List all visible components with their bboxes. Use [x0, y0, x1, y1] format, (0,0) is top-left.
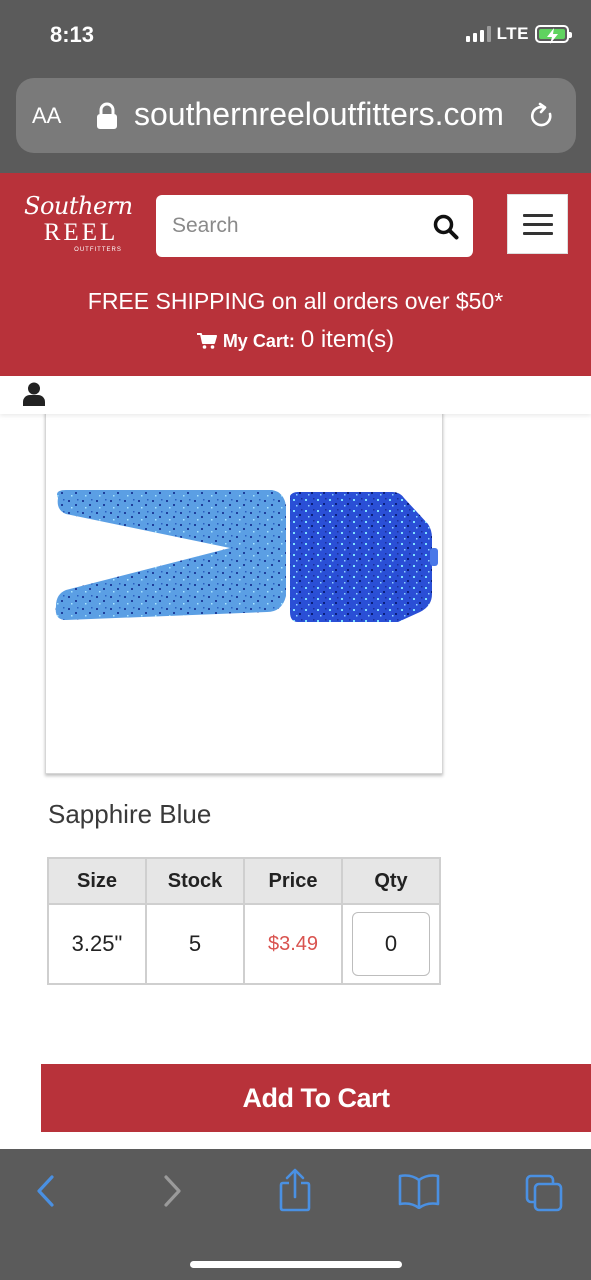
cart-count: 0 item(s) [300, 326, 395, 353]
price-cell: $3.49 [243, 903, 343, 985]
address-bar[interactable]: AA southernreeloutfitters.com [16, 78, 576, 153]
site-header: Southern REEL OUTFITTERS FREE SHIPPING o… [0, 173, 591, 376]
stock-cell: 5 [145, 903, 245, 985]
qty-cell [341, 903, 441, 985]
url-text[interactable]: southernreeloutfitters.com [134, 96, 534, 133]
bookmarks-icon[interactable] [398, 1173, 440, 1209]
cart-label: My Cart: [222, 331, 295, 351]
reader-options-button[interactable]: AA [32, 103, 61, 129]
lock-icon [97, 102, 117, 129]
search-input[interactable] [172, 195, 422, 257]
add-to-cart-button[interactable]: Add To Cart [41, 1064, 591, 1132]
qty-input[interactable] [352, 912, 430, 976]
back-icon[interactable] [34, 1171, 58, 1211]
site-logo[interactable]: Southern REEL OUTFITTERS [24, 191, 133, 269]
status-time: 8:13 [50, 22, 95, 47]
tabs-icon[interactable] [524, 1173, 564, 1213]
share-icon[interactable] [278, 1167, 312, 1213]
browser-chrome-top: 8:13 LTE AA southernreeloutfitters.com [0, 0, 591, 173]
lure-image [55, 490, 438, 622]
table-row: 3.25" 5 $3.49 [47, 903, 441, 985]
search-icon[interactable] [433, 214, 459, 240]
product-image[interactable] [45, 400, 443, 774]
column-header-qty: Qty [341, 857, 441, 905]
reload-icon[interactable] [528, 102, 556, 130]
column-header-size: Size [47, 857, 147, 905]
column-header-price: Price [243, 857, 343, 905]
status-indicators: LTE [465, 24, 572, 44]
my-cart-link[interactable]: My Cart: 0 item(s) [0, 326, 591, 354]
account-bar [0, 376, 591, 414]
hamburger-icon[interactable] [507, 194, 568, 254]
table-header-row: Size Stock Price Qty [47, 857, 441, 905]
user-icon[interactable] [23, 382, 45, 406]
signal-icon [465, 26, 491, 42]
cart-icon [196, 333, 217, 349]
product-name: Sapphire Blue [48, 799, 212, 829]
search-box [156, 195, 473, 257]
home-indicator[interactable] [190, 1261, 402, 1268]
battery-icon [535, 25, 572, 44]
free-shipping-banner: FREE SHIPPING on all orders over $50* [87, 288, 504, 314]
forward-icon[interactable] [160, 1171, 184, 1211]
variant-table: Size Stock Price Qty 3.25" 5 $3.49 [47, 857, 441, 985]
size-cell: 3.25" [47, 903, 147, 985]
network-label: LTE [496, 24, 529, 43]
column-header-stock: Stock [145, 857, 245, 905]
